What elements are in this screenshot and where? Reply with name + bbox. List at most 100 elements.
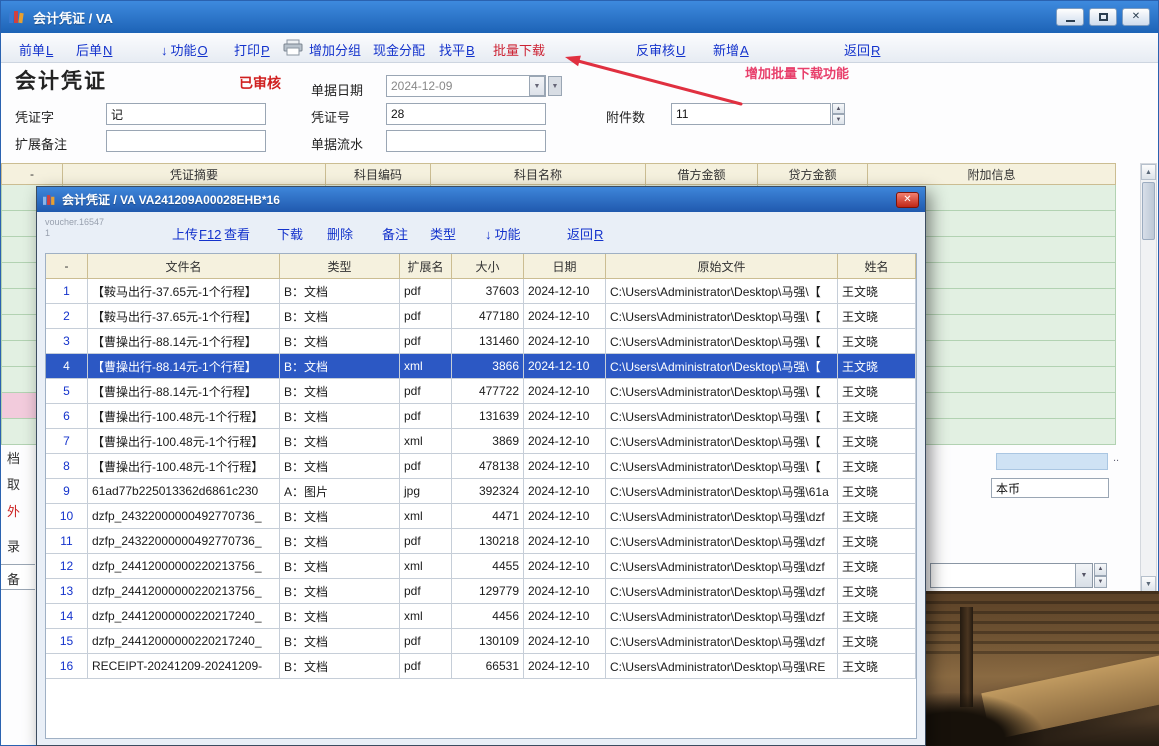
file-row[interactable]: 13dzfp_24412000000220213756_B：文档pdf12977…	[46, 579, 916, 604]
file-row[interactable]: 12dzfp_24412000000220213756_B：文档xml44552…	[46, 554, 916, 579]
file-cell: pdf	[400, 454, 452, 479]
spinner-down-icon[interactable]: ▼	[832, 114, 845, 125]
voucher-no-input[interactable]	[386, 103, 546, 125]
file-cell: C:\Users\Administrator\Desktop\马强\【	[606, 454, 838, 479]
toolbar-link-next-doc[interactable]: 后单N	[76, 40, 112, 59]
attachment-spinner[interactable]: ▲▼	[832, 103, 845, 125]
file-col-header-2[interactable]: 类型	[280, 254, 400, 279]
ext-note-input[interactable]	[106, 130, 266, 152]
attachment-count-input[interactable]	[671, 103, 831, 125]
dialog-link-note[interactable]: 备注	[382, 224, 408, 243]
file-row[interactable]: 6【曹操出行-100.48元-1个行程】B：文档pdf1316392024-12…	[46, 404, 916, 429]
voucher-col-header-0[interactable]: -	[1, 163, 63, 185]
dialog-link-type[interactable]: 类型	[430, 224, 456, 243]
file-row[interactable]: 10dzfp_24322000000492770736_B：文档xml44712…	[46, 504, 916, 529]
voucher-col-header-2[interactable]: 科目编码	[326, 163, 431, 185]
file-cell: B：文档	[280, 329, 400, 354]
file-col-header-6[interactable]: 原始文件	[606, 254, 838, 279]
scroll-thumb[interactable]	[1142, 182, 1155, 240]
dialog-link-functions[interactable]: ↓功能	[485, 224, 521, 243]
file-cell: xml	[400, 429, 452, 454]
toolbar-link-batch-download[interactable]: 批量下载	[493, 40, 545, 59]
row-number: 5	[46, 379, 88, 404]
dialog-close-button[interactable]: ✕	[896, 192, 919, 208]
voucher-col-header-4[interactable]: 借方金额	[646, 163, 758, 185]
date-calendar-button[interactable]: ▼	[548, 76, 562, 96]
file-row[interactable]: 4【曹操出行-88.14元-1个行程】B：文档xml38662024-12-10…	[46, 354, 916, 379]
file-row[interactable]: 2【鞍马出行-37.65元-1个行程】B：文档pdf4771802024-12-…	[46, 304, 916, 329]
dialog-link-upload[interactable]: 上传F12	[172, 224, 221, 243]
file-col-header-1[interactable]: 文件名	[88, 254, 280, 279]
voucher-col-header-6[interactable]: 附加信息	[868, 163, 1116, 185]
combo-dropdown-icon[interactable]: ▼	[1075, 564, 1092, 587]
maximize-button[interactable]	[1089, 8, 1117, 26]
file-cell: dzfp_24412000000220217240_	[88, 629, 280, 654]
toolbar-link-return[interactable]: 返回R	[844, 40, 880, 59]
close-button[interactable]: ✕	[1122, 8, 1150, 26]
toolbar-link-cash-allocation[interactable]: 现金分配	[373, 40, 425, 59]
toolbar-link-print[interactable]: 打印P	[234, 40, 270, 59]
file-cell: 2024-12-10	[524, 279, 606, 304]
voucher-col-header-1[interactable]: 凭证摘要	[63, 163, 326, 185]
toolbar-link-add-group[interactable]: 增加分组	[309, 40, 361, 59]
file-row[interactable]: 14dzfp_24412000000220217240_B：文档xml44562…	[46, 604, 916, 629]
dialog-link-view[interactable]: 查看	[224, 224, 250, 243]
printer-icon[interactable]	[283, 39, 303, 56]
file-cell: 【曹操出行-100.48元-1个行程】	[88, 404, 280, 429]
toolbar-link-balance[interactable]: 找平B	[439, 40, 475, 59]
file-row[interactable]: 8【曹操出行-100.48元-1个行程】B：文档pdf4781382024-12…	[46, 454, 916, 479]
currency-field[interactable]	[991, 478, 1109, 498]
file-cell: C:\Users\Administrator\Desktop\马强\dzf	[606, 504, 838, 529]
file-col-header-7[interactable]: 姓名	[838, 254, 916, 279]
scroll-down-button[interactable]: ▼	[1141, 576, 1156, 592]
file-cell: RECEIPT-20241209-20241209-	[88, 654, 280, 679]
file-cell: 477180	[452, 304, 524, 329]
file-row[interactable]: 1【鞍马出行-37.65元-1个行程】B：文档pdf376032024-12-1…	[46, 279, 916, 304]
scroll-up-button[interactable]: ▲	[1141, 164, 1156, 180]
file-cell: 王文晓	[838, 504, 916, 529]
dialog-link-return[interactable]: 返回R	[567, 224, 603, 243]
dialog-link-download[interactable]: 下载	[277, 224, 303, 243]
file-cell: pdf	[400, 629, 452, 654]
file-row[interactable]: 7【曹操出行-100.48元-1个行程】B：文档xml38692024-12-1…	[46, 429, 916, 454]
vertical-scrollbar[interactable]: ▲ ▼	[1140, 163, 1157, 593]
serial-label: 单据流水	[311, 134, 363, 153]
toolbar-link-add-new[interactable]: 新增A	[713, 40, 749, 59]
spinner-up-icon[interactable]: ▲	[832, 103, 845, 114]
doc-date-input[interactable]	[386, 75, 546, 97]
spinner-up-icon[interactable]: ▲	[1094, 563, 1107, 576]
voucher-col-header-3[interactable]: 科目名称	[431, 163, 646, 185]
file-row[interactable]: 3【曹操出行-88.14元-1个行程】B：文档pdf1314602024-12-…	[46, 329, 916, 354]
file-cell: C:\Users\Administrator\Desktop\马强\【	[606, 404, 838, 429]
voucher-word-input[interactable]	[106, 103, 266, 125]
minimize-button[interactable]	[1056, 8, 1084, 26]
file-col-header-5[interactable]: 日期	[524, 254, 606, 279]
file-col-header-3[interactable]: 扩展名	[400, 254, 452, 279]
file-cell: 131460	[452, 329, 524, 354]
toolbar-link-prev-doc[interactable]: 前单L	[19, 40, 53, 59]
row-number: 14	[46, 604, 88, 629]
bottom-combobox[interactable]: ▼	[930, 563, 1093, 588]
file-cell: 129779	[452, 579, 524, 604]
voucher-col-header-5[interactable]: 贷方金额	[758, 163, 868, 185]
more-button[interactable]: ..	[1113, 452, 1119, 464]
toolbar-link-functions[interactable]: ↓功能O	[161, 40, 208, 59]
file-row[interactable]: 11dzfp_24322000000492770736_B：文档pdf13021…	[46, 529, 916, 554]
fx-field[interactable]	[996, 453, 1108, 470]
spinner-down-icon[interactable]: ▼	[1094, 576, 1107, 589]
file-col-header-4[interactable]: 大小	[452, 254, 524, 279]
file-row[interactable]: 961ad77b225013362d6861c230A：图片jpg3923242…	[46, 479, 916, 504]
audit-status-badge: 已审核	[239, 73, 281, 93]
date-dropdown-button[interactable]: ▼	[529, 76, 545, 96]
serial-input[interactable]	[386, 130, 546, 152]
combo-spinner[interactable]: ▲▼	[1094, 563, 1107, 588]
toolbar-link-unaudit[interactable]: 反审核U	[636, 40, 685, 59]
file-col-header-0[interactable]: -	[46, 254, 88, 279]
file-row[interactable]: 15dzfp_24412000000220217240_B：文档pdf13010…	[46, 629, 916, 654]
attachment-dialog: 会计凭证 / VA VA241209A00028EHB*16 ✕ voucher…	[36, 186, 926, 746]
file-cell: pdf	[400, 404, 452, 429]
file-row[interactable]: 5【曹操出行-88.14元-1个行程】B：文档pdf4777222024-12-…	[46, 379, 916, 404]
dialog-link-delete[interactable]: 删除	[327, 224, 353, 243]
file-row[interactable]: 16RECEIPT-20241209-20241209-B：文档pdf66531…	[46, 654, 916, 679]
file-cell: 3866	[452, 354, 524, 379]
